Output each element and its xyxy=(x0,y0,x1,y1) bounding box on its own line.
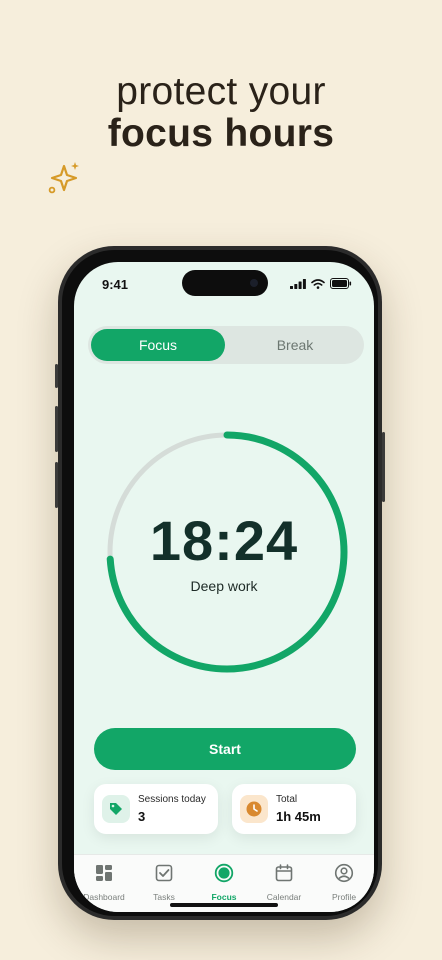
status-time: 9:41 xyxy=(102,277,129,292)
phone-frame: 9:41 Focus Break 18:24 Deep work Start S… xyxy=(55,246,385,920)
tab-focus[interactable]: Focus xyxy=(194,863,254,902)
tab-label: Tasks xyxy=(153,892,175,902)
sessions-card: Sessions today 3 xyxy=(94,784,218,834)
tag-icon xyxy=(102,795,130,823)
break-tab[interactable]: Break xyxy=(228,329,362,361)
focus-icon xyxy=(214,863,234,883)
tab-label: Profile xyxy=(331,892,357,902)
tab-label: Focus xyxy=(211,892,237,902)
total-value: 1h 45m xyxy=(276,809,321,824)
start-button[interactable]: Start xyxy=(94,728,356,770)
calendar-icon xyxy=(275,864,293,882)
sparkle-icon xyxy=(48,162,79,194)
volume-up-button xyxy=(55,406,58,452)
profile-icon xyxy=(334,863,354,883)
timer-display: 18:24 xyxy=(149,509,299,572)
clock-icon xyxy=(240,795,268,823)
volume-down-button xyxy=(55,462,58,508)
dynamic-island xyxy=(182,270,268,296)
dashboard-icon xyxy=(96,865,112,881)
battery-icon xyxy=(330,278,352,289)
app-screen: 9:41 Focus Break 18:24 Deep work Start S… xyxy=(74,262,374,912)
total-label: Total xyxy=(276,794,298,805)
sessions-value: 3 xyxy=(138,809,146,824)
tab-dashboard[interactable]: Dashboard xyxy=(74,863,134,902)
total-card: Total 1h 45m xyxy=(232,784,356,834)
tasks-icon xyxy=(155,864,173,882)
focus-tab[interactable]: Focus xyxy=(91,329,225,361)
tab-tasks[interactable]: Tasks xyxy=(134,863,194,902)
sessions-label: Sessions today xyxy=(138,794,206,805)
power-button xyxy=(382,432,385,502)
tab-label: Calendar xyxy=(266,892,302,902)
headline-line-2: focus hours xyxy=(107,112,335,155)
mode-toggle: Focus Break xyxy=(88,326,364,364)
tab-bar: Dashboard Tasks Focus Calendar Profile xyxy=(74,854,374,912)
tab-calendar[interactable]: Calendar xyxy=(254,863,314,902)
signal-icon xyxy=(290,278,306,289)
headline-line-1: protect your xyxy=(116,70,326,113)
tab-label: Dashboard xyxy=(83,892,125,902)
home-indicator xyxy=(170,903,278,907)
mute-switch xyxy=(55,364,58,388)
camera-icon xyxy=(250,279,258,287)
tab-profile[interactable]: Profile xyxy=(314,863,374,902)
status-bar: 9:41 xyxy=(74,262,374,306)
wifi-icon xyxy=(311,278,325,289)
timer-label: Deep work xyxy=(190,578,258,594)
